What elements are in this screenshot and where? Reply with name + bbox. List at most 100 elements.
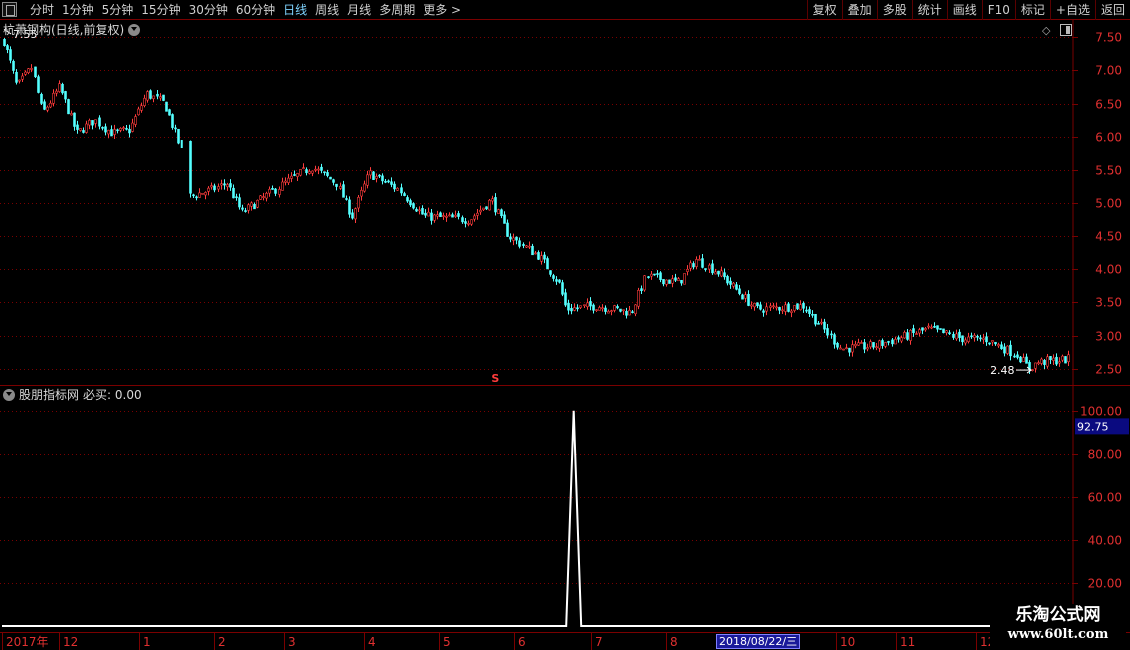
candle-body: [171, 114, 174, 128]
candle-body: [997, 344, 1000, 347]
pane-options-icon[interactable]: [128, 24, 141, 36]
tool-button[interactable]: 复权: [806, 0, 842, 20]
indicator-options-icon[interactable]: [3, 389, 15, 401]
candle-body: [317, 168, 320, 171]
candle-body: [894, 338, 897, 345]
tool-button[interactable]: 画线: [946, 0, 982, 20]
candle-body: [982, 337, 985, 340]
candle-body: [21, 75, 24, 80]
candle-body: [94, 119, 97, 124]
candle-body: [1064, 356, 1067, 364]
candle-body: [40, 93, 43, 104]
candle-body: [647, 276, 650, 278]
period-tab[interactable]: 分时: [26, 0, 58, 20]
candle-body: [668, 279, 671, 284]
candle-body: [412, 203, 415, 209]
tool-button[interactable]: 叠加: [841, 0, 877, 20]
price-chart[interactable]: 7.50 7.00 6.50 6.00 5.50 5.00 4.50 4.00 3.50 3.00…: [0, 20, 1130, 386]
candle-body: [226, 184, 229, 188]
menu-icon[interactable]: [2, 2, 17, 17]
candle-body: [848, 347, 851, 353]
candle-body: [479, 209, 482, 213]
candle-body: [833, 334, 836, 345]
candle-body: [625, 310, 628, 316]
candle-body: [418, 209, 421, 212]
candle-body: [427, 211, 430, 217]
period-tab[interactable]: 60分钟: [232, 0, 279, 20]
diamond-icon[interactable]: ◇: [1042, 24, 1050, 37]
candle-body: [900, 337, 903, 342]
period-tab[interactable]: 5分钟: [98, 0, 138, 20]
period-tabs: 分时 1分钟 5分钟 15分钟 30分钟 60分钟 日线 周线 月线 多周期 更多 >: [26, 0, 465, 20]
indicator-chart[interactable]: 100.00 80.00 60.00 40.00 20.00 92.75: [0, 386, 1130, 632]
candle-body: [534, 252, 537, 255]
candle-body: [531, 245, 534, 256]
candle-body: [512, 237, 515, 241]
candle-body: [281, 181, 284, 191]
candle-body: [759, 304, 762, 310]
candle-body: [223, 183, 226, 186]
candle-body: [3, 39, 6, 46]
period-tab[interactable]: 15分钟: [137, 0, 184, 20]
candle-body: [665, 279, 668, 285]
pane-layout-icon[interactable]: [1060, 24, 1072, 36]
candle-body: [329, 176, 332, 180]
candle-body: [259, 195, 262, 200]
candle-body: [814, 313, 817, 325]
tool-button[interactable]: 多股: [876, 0, 912, 20]
candle-body: [586, 302, 589, 307]
period-tab[interactable]: 多周期: [375, 0, 419, 20]
period-tab[interactable]: 更多 >: [419, 0, 465, 20]
candle-body: [49, 102, 52, 108]
candle-body: [704, 268, 707, 270]
candle-body: [503, 214, 506, 224]
period-tab[interactable]: 30分钟: [185, 0, 232, 20]
tool-button[interactable]: +自选: [1049, 0, 1095, 20]
candle-body: [369, 170, 372, 176]
candle-body: [220, 183, 223, 186]
month-label: 11: [896, 633, 915, 650]
tool-button[interactable]: 返回: [1094, 0, 1130, 20]
period-tab[interactable]: 1分钟: [58, 0, 98, 20]
candle-body: [189, 140, 192, 194]
y-tick-label: 5.50: [1095, 164, 1122, 178]
period-tab[interactable]: 日线: [279, 0, 311, 20]
candle-body: [110, 129, 113, 137]
candle-body: [866, 347, 869, 350]
candle-body: [1046, 356, 1049, 367]
candle-body: [9, 49, 12, 61]
candle-body: [823, 321, 826, 330]
period-tab[interactable]: 月线: [343, 0, 375, 20]
candle-body: [406, 197, 409, 202]
candle-body: [781, 309, 784, 312]
candle-body: [482, 207, 485, 211]
candle-body: [52, 92, 55, 104]
tool-button[interactable]: 统计: [911, 0, 947, 20]
candle-body: [409, 200, 412, 206]
candle-body: [738, 288, 741, 294]
tool-button[interactable]: 标记: [1014, 0, 1050, 20]
candle-body: [467, 223, 470, 225]
candle-body: [711, 263, 714, 274]
candle-body: [30, 68, 33, 70]
candle-body: [744, 294, 747, 299]
candle-body: [845, 347, 848, 350]
candle-body: [857, 342, 860, 346]
candle-body: [631, 311, 634, 313]
candle-body: [628, 310, 631, 316]
candle-body: [262, 196, 265, 198]
candle-body: [692, 263, 695, 268]
candle-body: [256, 199, 259, 208]
candle-body: [567, 302, 570, 311]
candle-body: [564, 292, 567, 306]
candle-body: [622, 309, 625, 312]
candle-body: [509, 236, 512, 240]
period-tab[interactable]: 周线: [311, 0, 343, 20]
candle-body: [201, 193, 204, 195]
candle-body: [897, 337, 900, 340]
tool-button[interactable]: F10: [981, 0, 1015, 20]
candle-body: [433, 214, 436, 221]
candle-body: [238, 197, 241, 208]
candle-body: [470, 219, 473, 225]
candle-body: [610, 310, 613, 312]
